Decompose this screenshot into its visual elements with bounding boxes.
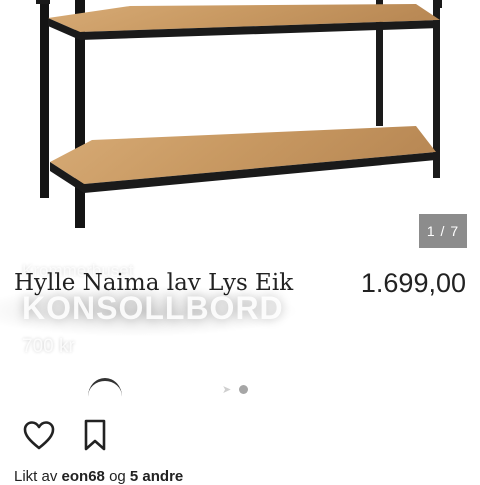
- likes-others-link[interactable]: 5 andre: [130, 468, 183, 485]
- product-price: 1.699,00: [360, 268, 466, 298]
- shelf-illustration: [36, 0, 442, 228]
- heart-icon[interactable]: [22, 418, 56, 452]
- carousel-indicator: ➤: [222, 383, 249, 396]
- post-actions: [22, 418, 112, 452]
- carousel-dot[interactable]: [239, 385, 249, 394]
- overlay-price: 700 kr: [22, 336, 75, 357]
- overlay-heading: KONSOLLBORD: [22, 290, 284, 326]
- location-arrow-icon: ➤: [222, 384, 232, 396]
- image-counter: 1 / 7: [419, 214, 467, 248]
- likes-prefix: Likt av: [14, 468, 58, 485]
- likes-conjunction: og: [109, 468, 126, 485]
- likes-summary: Likt av eon68 og 5 andre: [14, 468, 183, 485]
- product-image[interactable]: 1 / 7: [0, 0, 480, 260]
- bookmark-icon[interactable]: [78, 418, 112, 452]
- avatar-partial: [88, 378, 122, 415]
- likes-user-link[interactable]: eon68: [62, 468, 105, 485]
